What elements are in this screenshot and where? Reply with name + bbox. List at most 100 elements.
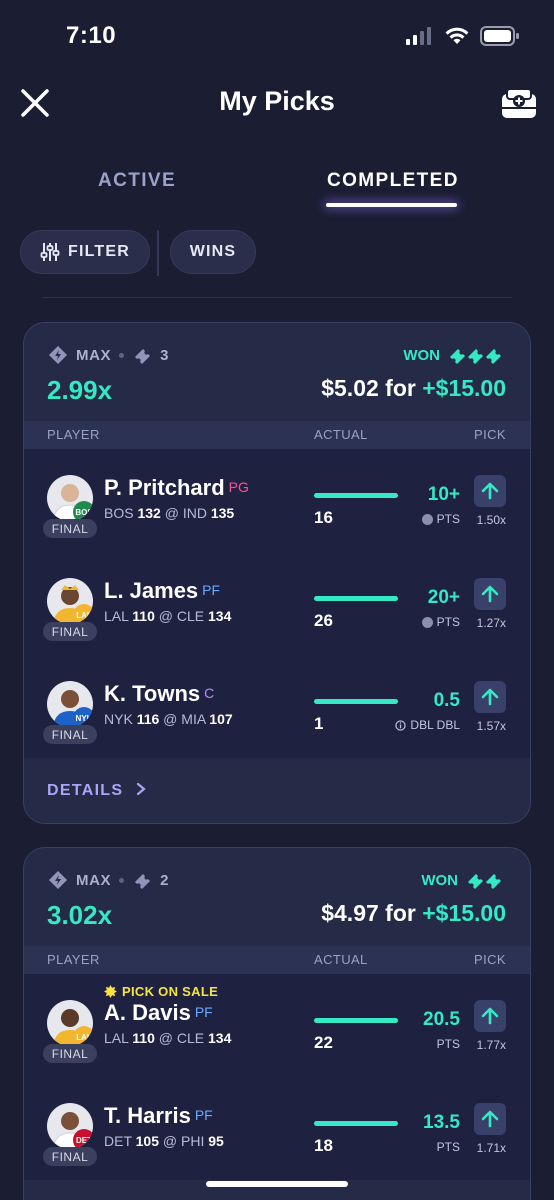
arrow-up-icon (481, 1110, 499, 1128)
player-name-line: P. Pritchard PG (104, 475, 249, 501)
higher-pick-button[interactable] (474, 681, 506, 713)
final-badge: FINAL (43, 1044, 97, 1063)
pick-multiplier: 1.27x (476, 616, 506, 630)
payout: $5.02 for +$15.00 (321, 375, 506, 402)
stat-type: DBL DBL (395, 718, 460, 732)
final-badge: FINAL (43, 519, 97, 538)
player-name: L. James (104, 578, 199, 603)
progress-bar (314, 1018, 398, 1023)
payout-win: +$15.00 (422, 900, 506, 926)
pick-multiplier: 1.50x (476, 513, 506, 527)
filter-button[interactable]: FILTER (20, 230, 150, 274)
player-avatar: LAL (47, 578, 93, 624)
chevron-right-icon (137, 782, 146, 796)
tab-underline (326, 203, 457, 207)
tickets-icon (450, 349, 501, 364)
entry-type: MAX 3 (48, 345, 169, 365)
progress-bar (314, 596, 398, 601)
stat-type: PTS (436, 1140, 460, 1154)
wallet-button[interactable] (500, 84, 538, 122)
payout-win: +$15.00 (422, 375, 506, 401)
progress-fill (314, 1121, 398, 1126)
pick-rows: BOS FINAL P. Pritchard PG BOS 132 @ IND 1… (24, 449, 530, 758)
higher-pick-button[interactable] (474, 475, 506, 507)
entry-count: 2 (160, 871, 170, 889)
payout-entry: $4.97 for (321, 900, 416, 926)
status-bar: 7:10 (0, 0, 554, 70)
payout-entry: $5.02 for (321, 375, 416, 401)
page-title: My Picks (219, 86, 335, 116)
status-icons (406, 26, 520, 46)
player-avatar: DET (47, 1103, 93, 1149)
final-badge: FINAL (43, 622, 97, 641)
info-circle-icon (421, 616, 433, 628)
player-position: PF (202, 582, 221, 598)
team-jersey-badge: LAL (73, 604, 93, 624)
pick-card[interactable]: MAX 2 3.02x WON $4.97 for +$15.00 PLAYER… (23, 847, 531, 1200)
stat-type: PTS (436, 1037, 460, 1051)
filter-divider (157, 230, 159, 276)
progress-bar (314, 1121, 398, 1126)
player-avatar: LAL (47, 1000, 93, 1046)
lightning-diamond-icon (49, 871, 67, 889)
player-name: K. Towns (104, 681, 201, 706)
filter-label: FILTER (67, 243, 130, 260)
arrow-up-icon (481, 482, 499, 500)
stat-type: PTS (421, 615, 460, 629)
player-position: PF (194, 1107, 213, 1123)
separator-dot (119, 877, 125, 883)
pick-card[interactable]: MAX 3 2.99x WON $5.02 for +$15.00 PLAYER… (23, 322, 531, 824)
column-header: PLAYER ACTUAL PICK (24, 946, 530, 974)
home-indicator (206, 1181, 348, 1187)
pick-row[interactable]: LAL FINAL L. James PF LAL 110 @ CLE 134 2… (24, 552, 530, 655)
won-label: WON (403, 346, 440, 364)
tab-active[interactable]: ACTIVE (98, 170, 176, 192)
column-pick: PICK (474, 952, 506, 967)
progress-fill (314, 596, 398, 601)
tab-completed[interactable]: COMPLETED (327, 170, 459, 192)
team-jersey-badge: BOS (73, 501, 93, 521)
pick-row[interactable]: PICK ON SALE LAL FINAL A. Davis PF LAL 11… (24, 974, 530, 1077)
card-multiplier: 3.02x (47, 900, 113, 930)
details-link[interactable]: DETAILS (47, 782, 147, 800)
divider (42, 297, 512, 298)
pick-multiplier: 1.57x (476, 719, 506, 733)
pick-row[interactable]: NYK FINAL K. Towns C NYK 116 @ MIA 107 1 … (24, 655, 530, 758)
arrow-up-icon (481, 1007, 499, 1025)
higher-pick-button[interactable] (474, 578, 506, 610)
pick-multiplier: 1.77x (476, 1038, 506, 1052)
player-name-line: A. Davis PF (104, 1000, 213, 1026)
game-score: LAL 110 @ CLE 134 (104, 608, 232, 624)
team-jersey-badge: DET (73, 1129, 93, 1149)
wins-filter-chip[interactable]: WINS (170, 230, 256, 274)
card-multiplier: 2.99x (47, 375, 113, 405)
pick-multiplier: 1.71x (476, 1141, 506, 1155)
team-jersey-badge: NYK (73, 707, 93, 727)
column-pick: PICK (474, 427, 506, 442)
pick-row[interactable]: BOS FINAL P. Pritchard PG BOS 132 @ IND 1… (24, 449, 530, 552)
sale-star-icon (104, 985, 117, 998)
final-badge: FINAL (43, 725, 97, 744)
higher-pick-button[interactable] (474, 1103, 506, 1135)
pick-line: 10+ (427, 484, 460, 505)
pick-row[interactable]: DET FINAL T. Harris PF DET 105 @ PHI 95 1… (24, 1077, 530, 1180)
card-header: MAX 2 3.02x WON $4.97 for +$15.00 (24, 848, 530, 946)
lightning-diamond-icon (49, 346, 67, 364)
sliders-icon (40, 243, 60, 261)
player-name-line: L. James PF (104, 578, 220, 604)
pick-line: 20+ (427, 587, 460, 608)
game-score: DET 105 @ PHI 95 (104, 1133, 224, 1149)
progress-bar (314, 493, 398, 498)
team-jersey-badge: LAL (73, 1026, 93, 1046)
game-score: BOS 132 @ IND 135 (104, 505, 235, 521)
higher-pick-button[interactable] (474, 1000, 506, 1032)
wifi-icon (445, 27, 469, 44)
card-header: MAX 3 2.99x WON $5.02 for +$15.00 (24, 323, 530, 421)
arrow-up-icon (481, 585, 499, 603)
column-header: PLAYER ACTUAL PICK (24, 421, 530, 449)
player-name-line: K. Towns C (104, 681, 214, 707)
player-position: PF (194, 1004, 213, 1020)
ticket-icon (135, 349, 151, 364)
pick-rows: PICK ON SALE LAL FINAL A. Davis PF LAL 11… (24, 974, 530, 1180)
payout: $4.97 for +$15.00 (321, 900, 506, 927)
